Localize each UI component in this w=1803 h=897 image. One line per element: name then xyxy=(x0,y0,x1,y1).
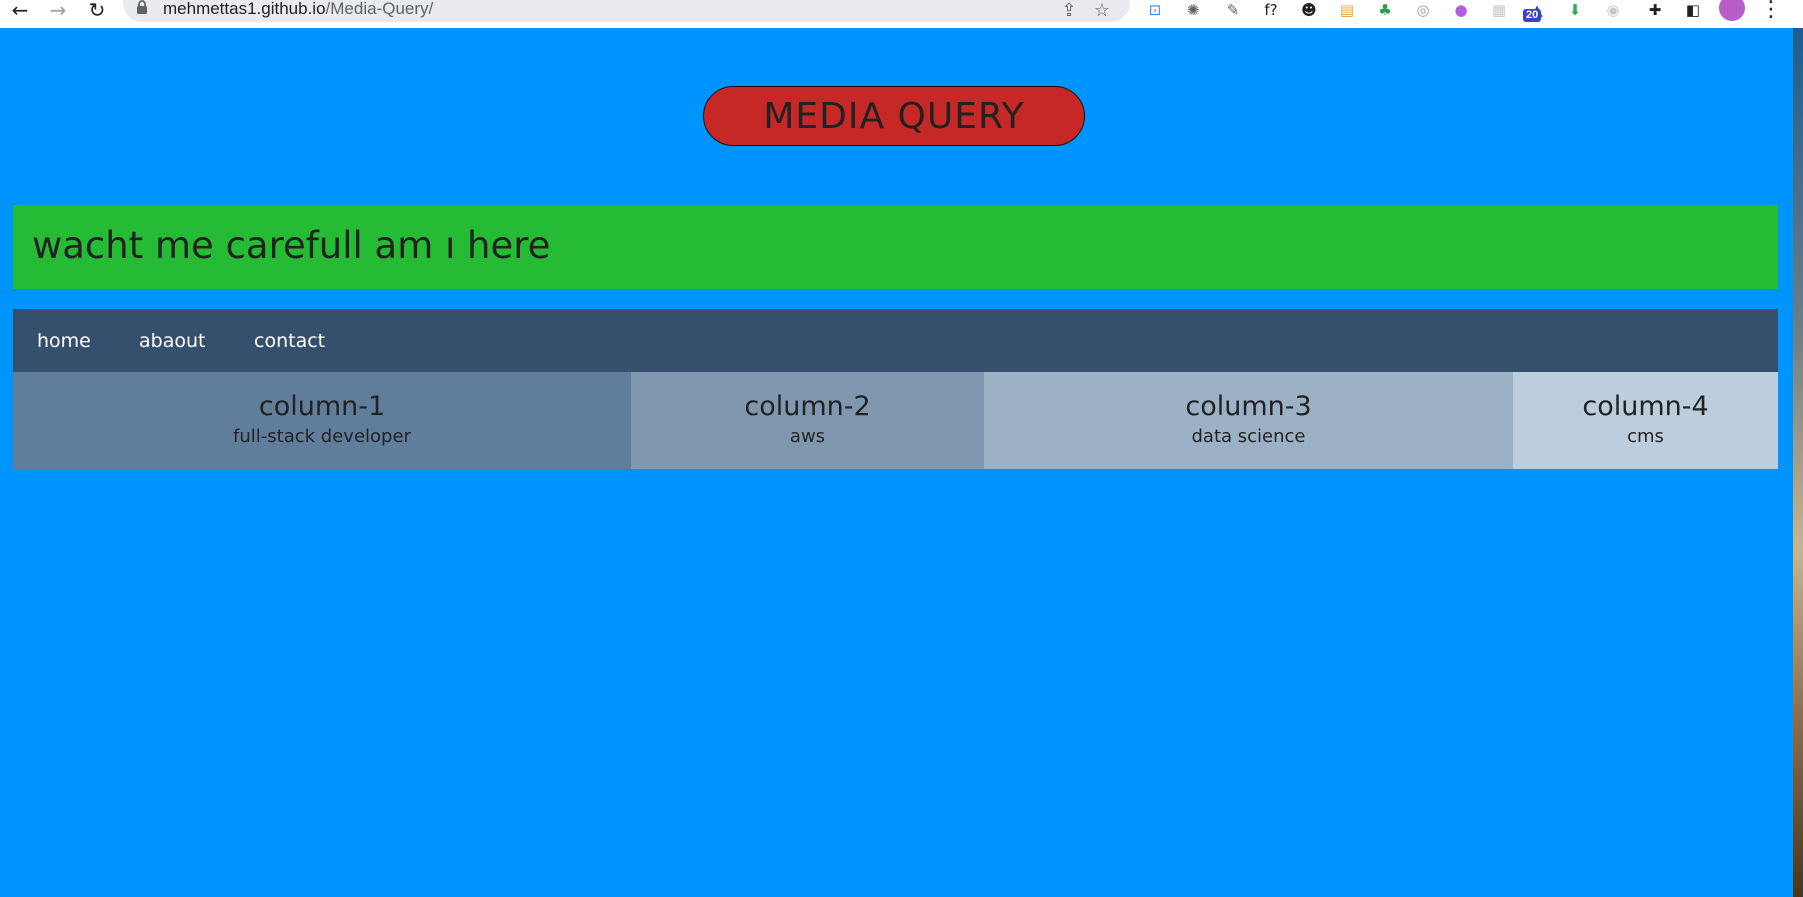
share-button[interactable]: ⇪ xyxy=(1056,0,1082,21)
banner: wacht me carefull am ı here xyxy=(13,205,1778,289)
download-icon[interactable]: ⬇ xyxy=(1563,0,1587,20)
browser-menu-button[interactable]: ⋮ xyxy=(1757,0,1785,22)
column-subtitle: full-stack developer xyxy=(233,426,411,447)
forward-arrow-icon: → xyxy=(49,0,67,22)
column-subtitle: aws xyxy=(789,426,826,447)
column-title: column-1 xyxy=(258,391,386,422)
url-text[interactable]: mehmettas1.github.io/Media-Query/ xyxy=(163,0,433,18)
url-host: mehmettas1.github.io xyxy=(163,0,326,18)
column-3: column-3 data science xyxy=(984,372,1513,469)
nav-link-home[interactable]: home xyxy=(37,329,91,353)
address-bar[interactable]: mehmettas1.github.io/Media-Query/ ⇪ ☆ xyxy=(123,0,1130,22)
mustache-icon[interactable]: ☻ xyxy=(1297,0,1321,20)
nav-link-about[interactable]: abaout xyxy=(139,329,205,353)
note-icon[interactable]: ▤ xyxy=(1335,0,1359,20)
forward-button[interactable]: → xyxy=(44,0,72,20)
font-icon[interactable]: f? xyxy=(1259,0,1283,20)
puzzle-icon[interactable]: ✚ xyxy=(1643,0,1667,20)
lock-icon xyxy=(137,0,147,14)
column-title: column-3 xyxy=(1185,391,1312,422)
target-icon[interactable]: ◉ xyxy=(1601,0,1625,20)
column-2: column-2 aws xyxy=(631,372,984,469)
column-1: column-1 full-stack developer xyxy=(13,372,631,469)
column-subtitle: data science xyxy=(1191,426,1306,447)
navbar: home abaout contact xyxy=(13,309,1778,372)
nav-link-contact[interactable]: contact xyxy=(254,329,325,353)
kebab-menu-icon: ⋮ xyxy=(1760,0,1782,22)
reload-icon: ↻ xyxy=(88,0,106,22)
eyedropper-icon[interactable]: ✎ xyxy=(1221,0,1245,20)
rhino-icon[interactable]: ● xyxy=(1449,0,1473,20)
bookmark-button[interactable]: ☆ xyxy=(1089,0,1115,21)
back-button[interactable]: ← xyxy=(6,0,34,20)
column-title: column-2 xyxy=(744,391,871,422)
reload-button[interactable]: ↻ xyxy=(83,0,111,20)
column-subtitle: cms xyxy=(1627,426,1664,447)
extension-badge: 20 xyxy=(1523,9,1542,22)
column-title: column-4 xyxy=(1582,391,1709,422)
browser-toolbar: ← → ↻ mehmettas1.github.io/Media-Query/ … xyxy=(0,0,1803,28)
banner-text: wacht me carefull am ı here xyxy=(32,224,551,267)
grid-icon[interactable]: ▦ xyxy=(1487,0,1511,20)
column-4: column-4 cms xyxy=(1513,372,1778,469)
page-title-text: MEDIA QUERY xyxy=(763,95,1025,137)
background-window-edge xyxy=(1793,28,1803,897)
share-icon: ⇪ xyxy=(1061,0,1077,21)
columns-row: column-1 full-stack developer column-2 a… xyxy=(13,372,1778,469)
bug-icon[interactable]: ✺ xyxy=(1181,0,1205,20)
profile-avatar[interactable] xyxy=(1719,0,1745,21)
compass-icon[interactable]: ◎ xyxy=(1411,0,1435,20)
tree-icon[interactable]: ♣ xyxy=(1373,0,1397,20)
star-icon: ☆ xyxy=(1093,0,1111,21)
page-title: MEDIA QUERY xyxy=(703,86,1085,146)
url-path: /Media-Query/ xyxy=(325,0,434,18)
sidepanel-icon[interactable]: ◧ xyxy=(1681,0,1705,20)
translate-icon[interactable]: ⊡ xyxy=(1143,0,1167,20)
back-arrow-icon: ← xyxy=(11,0,29,22)
